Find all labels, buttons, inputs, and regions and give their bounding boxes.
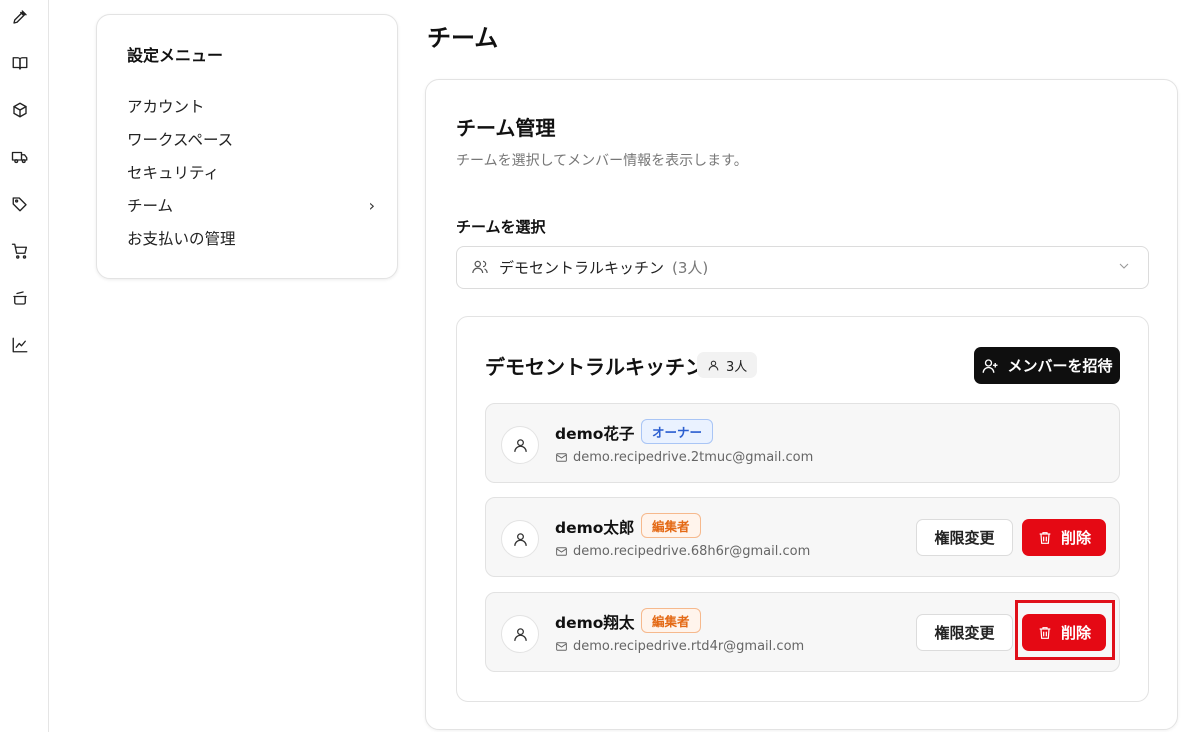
- users-icon: [471, 255, 489, 280]
- team-management-card: チーム管理 チームを選択してメンバー情報を表示します。 チームを選択 デモセント…: [425, 79, 1178, 730]
- member-row: demo太郎 編集者 demo.recipedrive.68h6r@gmail.…: [485, 497, 1120, 577]
- member-name: demo太郎: [555, 519, 635, 537]
- member-name: demo花子: [555, 425, 635, 443]
- member-count-badge: 3人: [697, 352, 758, 378]
- chevron-right-icon: ›: [368, 196, 375, 215]
- mail-icon: [556, 453, 567, 462]
- menu-item-label: セキュリティ: [127, 164, 220, 182]
- user-plus-icon: [983, 358, 998, 373]
- role-badge: 編集者: [641, 513, 701, 538]
- member-name: demo翔太: [555, 614, 635, 632]
- menu-item-label: お支払いの管理: [127, 230, 236, 248]
- menu-item-billing[interactable]: お支払いの管理: [127, 227, 375, 251]
- page-title: チーム: [427, 24, 499, 52]
- avatar: [501, 615, 539, 653]
- menu-item-label: チーム: [127, 197, 174, 215]
- trash-icon: [1039, 626, 1051, 639]
- card-description: チームを選択してメンバー情報を表示します。: [456, 153, 748, 169]
- menu-item-team[interactable]: チーム ›: [127, 194, 375, 218]
- selected-team-name: デモセントラルキッチン: [499, 259, 665, 277]
- settings-menu-title: 設定メニュー: [127, 46, 224, 65]
- user-icon: [513, 627, 527, 641]
- tag-icon[interactable]: [10, 194, 30, 214]
- invite-member-label: メンバーを招待: [1007, 358, 1113, 375]
- team-select[interactable]: デモセントラルキッチン (3人): [456, 246, 1149, 289]
- delete-member-button[interactable]: 削除: [1022, 519, 1106, 556]
- delete-label: 削除: [1060, 530, 1091, 547]
- team-name: デモセントラルキッチン: [485, 355, 705, 379]
- members-card: デモセントラルキッチン 3人 メンバーを招待 demo花子 オーナー demo.…: [456, 316, 1149, 702]
- user-icon: [513, 438, 527, 452]
- delete-label: 削除: [1060, 625, 1091, 642]
- chevron-down-icon: [1116, 258, 1132, 278]
- settings-menu: 設定メニュー アカウント ワークスペース セキュリティ チーム › お支払いの管…: [96, 14, 398, 279]
- pot-icon[interactable]: [10, 288, 30, 308]
- menu-item-workspace[interactable]: ワークスペース: [127, 128, 375, 152]
- box-icon[interactable]: [10, 100, 30, 120]
- menu-item-label: アカウント: [127, 98, 205, 116]
- member-email: demo.recipedrive.2tmuc@gmail.com: [555, 450, 813, 465]
- truck-icon[interactable]: [10, 147, 30, 167]
- member-email: demo.recipedrive.68h6r@gmail.com: [555, 544, 810, 559]
- selected-team-count: (3人): [672, 259, 709, 277]
- pen-icon[interactable]: [10, 7, 30, 27]
- invite-member-button[interactable]: メンバーを招待: [974, 347, 1120, 384]
- mail-icon: [556, 547, 567, 556]
- role-badge: 編集者: [641, 608, 701, 633]
- role-badge: オーナー: [641, 419, 714, 444]
- user-icon: [513, 532, 527, 546]
- member-count: 3人: [726, 359, 748, 375]
- member-email-text: demo.recipedrive.2tmuc@gmail.com: [573, 450, 814, 465]
- mail-icon: [556, 642, 567, 651]
- member-row: demo翔太 編集者 demo.recipedrive.rtd4r@gmail.…: [485, 592, 1120, 672]
- menu-item-security[interactable]: セキュリティ: [127, 161, 375, 185]
- change-permission-button[interactable]: 権限変更: [916, 614, 1013, 651]
- menu-item-account[interactable]: アカウント: [127, 95, 375, 119]
- avatar: [501, 520, 539, 558]
- chart-icon[interactable]: [10, 335, 30, 355]
- change-permission-button[interactable]: 権限変更: [916, 519, 1013, 556]
- trash-icon: [1039, 531, 1051, 544]
- member-email: demo.recipedrive.rtd4r@gmail.com: [555, 639, 804, 654]
- member-email-text: demo.recipedrive.68h6r@gmail.com: [573, 544, 811, 559]
- team-select-label: チームを選択: [456, 218, 546, 236]
- delete-member-button[interactable]: 削除: [1022, 614, 1106, 651]
- cart-icon[interactable]: [10, 241, 30, 261]
- menu-item-label: ワークスペース: [127, 131, 234, 149]
- card-title: チーム管理: [456, 116, 556, 140]
- icon-rail: [0, 0, 49, 732]
- member-email-text: demo.recipedrive.rtd4r@gmail.com: [573, 639, 805, 654]
- book-icon[interactable]: [10, 53, 30, 73]
- user-icon: [708, 360, 719, 370]
- avatar: [501, 426, 539, 464]
- member-row: demo花子 オーナー demo.recipedrive.2tmuc@gmail…: [485, 403, 1120, 483]
